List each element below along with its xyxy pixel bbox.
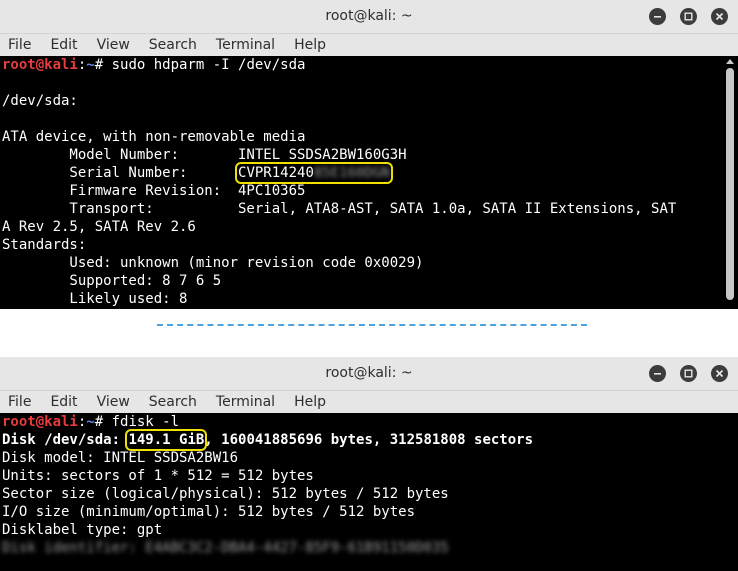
window-title: root@kali: ~ — [325, 8, 413, 24]
menu-edit[interactable]: Edit — [50, 394, 77, 410]
close-icon[interactable] — [711, 8, 728, 25]
command-text: fdisk -l — [111, 414, 180, 430]
serial-label: Serial Number: — [2, 165, 239, 181]
menu-file[interactable]: File — [8, 37, 31, 53]
prompt-line: root@kali:~# fdisk -l — [0, 413, 738, 431]
output-line: I/O size (minimum/optimal): 512 bytes / … — [2, 504, 416, 520]
output-line: Transport: Serial, ATA8-AST, SATA 1.0a, … — [2, 201, 677, 217]
scrollbar[interactable] — [724, 56, 738, 309]
output-line: Supported: 8 7 6 5 — [2, 273, 222, 289]
menu-view[interactable]: View — [97, 394, 130, 410]
disk-size-highlight: 149.1 GiB — [125, 429, 208, 451]
output-line: Model Number: INTEL SSDSA2BW160G3H — [2, 147, 407, 163]
titlebar[interactable]: root@kali: ~ — [0, 357, 738, 391]
titlebar[interactable]: root@kali: ~ — [0, 0, 738, 34]
output-line: Standards: — [2, 237, 87, 253]
maximize-icon[interactable] — [680, 8, 697, 25]
disk-prefix: Disk /dev/sda: — [2, 432, 129, 448]
serial-highlight: CVPR1424085E160DGN — [235, 162, 393, 184]
output-line: Used: unknown (minor revision code 0x002… — [2, 255, 424, 271]
menu-edit[interactable]: Edit — [50, 37, 77, 53]
menu-terminal[interactable]: Terminal — [216, 394, 275, 410]
prompt-user: root@kali — [2, 414, 78, 430]
menu-terminal[interactable]: Terminal — [216, 37, 275, 53]
serial-visible: CVPR14240 — [238, 165, 314, 181]
output-line: Likely used: 8 — [2, 291, 188, 307]
output-line: Disklabel type: gpt — [2, 522, 163, 538]
prompt-path: ~ — [86, 414, 95, 430]
dashed-separator — [157, 324, 587, 326]
output-line: Firmware Revision: 4PC10365 — [2, 183, 306, 199]
menu-view[interactable]: View — [97, 37, 130, 53]
window-title: root@kali: ~ — [325, 365, 413, 381]
command-text: sudo hdparm -I /dev/sda — [111, 57, 306, 73]
minimize-icon[interactable] — [649, 365, 666, 382]
output-line: A Rev 2.5, SATA Rev 2.6 — [2, 219, 196, 235]
prompt-path: ~ — [86, 57, 95, 73]
output-line: Units: sectors of 1 * 512 = 512 bytes — [2, 468, 314, 484]
disk-suffix: , 160041885696 bytes, 312581808 sectors — [204, 432, 534, 448]
menu-help[interactable]: Help — [294, 37, 326, 53]
serial-blurred: 85E160DGN — [313, 165, 390, 181]
terminal-output[interactable]: root@kali:~# sudo hdparm -I /dev/sda /de… — [0, 56, 738, 309]
menu-search[interactable]: Search — [149, 37, 197, 53]
menu-file[interactable]: File — [8, 394, 31, 410]
output-line: /dev/sda: — [2, 93, 78, 109]
menubar: File Edit View Search Terminal Help — [0, 391, 738, 413]
menubar: File Edit View Search Terminal Help — [0, 34, 738, 56]
disk-line: Disk /dev/sda: 149.1 GiB, 160041885696 b… — [0, 429, 738, 451]
minimize-icon[interactable] — [649, 8, 666, 25]
output-line: Disk model: INTEL SSDSA2BW16 — [2, 450, 239, 466]
output-line: Sector size (logical/physical): 512 byte… — [2, 486, 449, 502]
maximize-icon[interactable] — [680, 365, 697, 382]
scrollbar-thumb[interactable] — [726, 68, 734, 300]
disk-identifier-blurred: Disk identifier: E4ABC3C2-DBA4-4427-85F9… — [2, 540, 449, 556]
close-icon[interactable] — [711, 365, 728, 382]
serial-line: Serial Number: CVPR1424085E160DGN — [0, 162, 738, 184]
terminal-output[interactable]: root@kali:~# fdisk -l Disk /dev/sda: 149… — [0, 413, 738, 571]
terminal-window-fdisk: root@kali: ~ File Edit View Search Termi… — [0, 357, 738, 571]
output-line: ATA device, with non-removable media — [2, 129, 306, 145]
prompt-hash: # — [94, 414, 112, 430]
menu-help[interactable]: Help — [294, 394, 326, 410]
menu-search[interactable]: Search — [149, 394, 197, 410]
prompt-line: root@kali:~# sudo hdparm -I /dev/sda — [0, 56, 738, 74]
prompt-user: root@kali — [2, 57, 78, 73]
scroll-up-icon[interactable] — [726, 59, 734, 64]
terminal-window-hdparm: root@kali: ~ File Edit View Search Termi… — [0, 0, 738, 309]
prompt-hash: # — [94, 57, 112, 73]
